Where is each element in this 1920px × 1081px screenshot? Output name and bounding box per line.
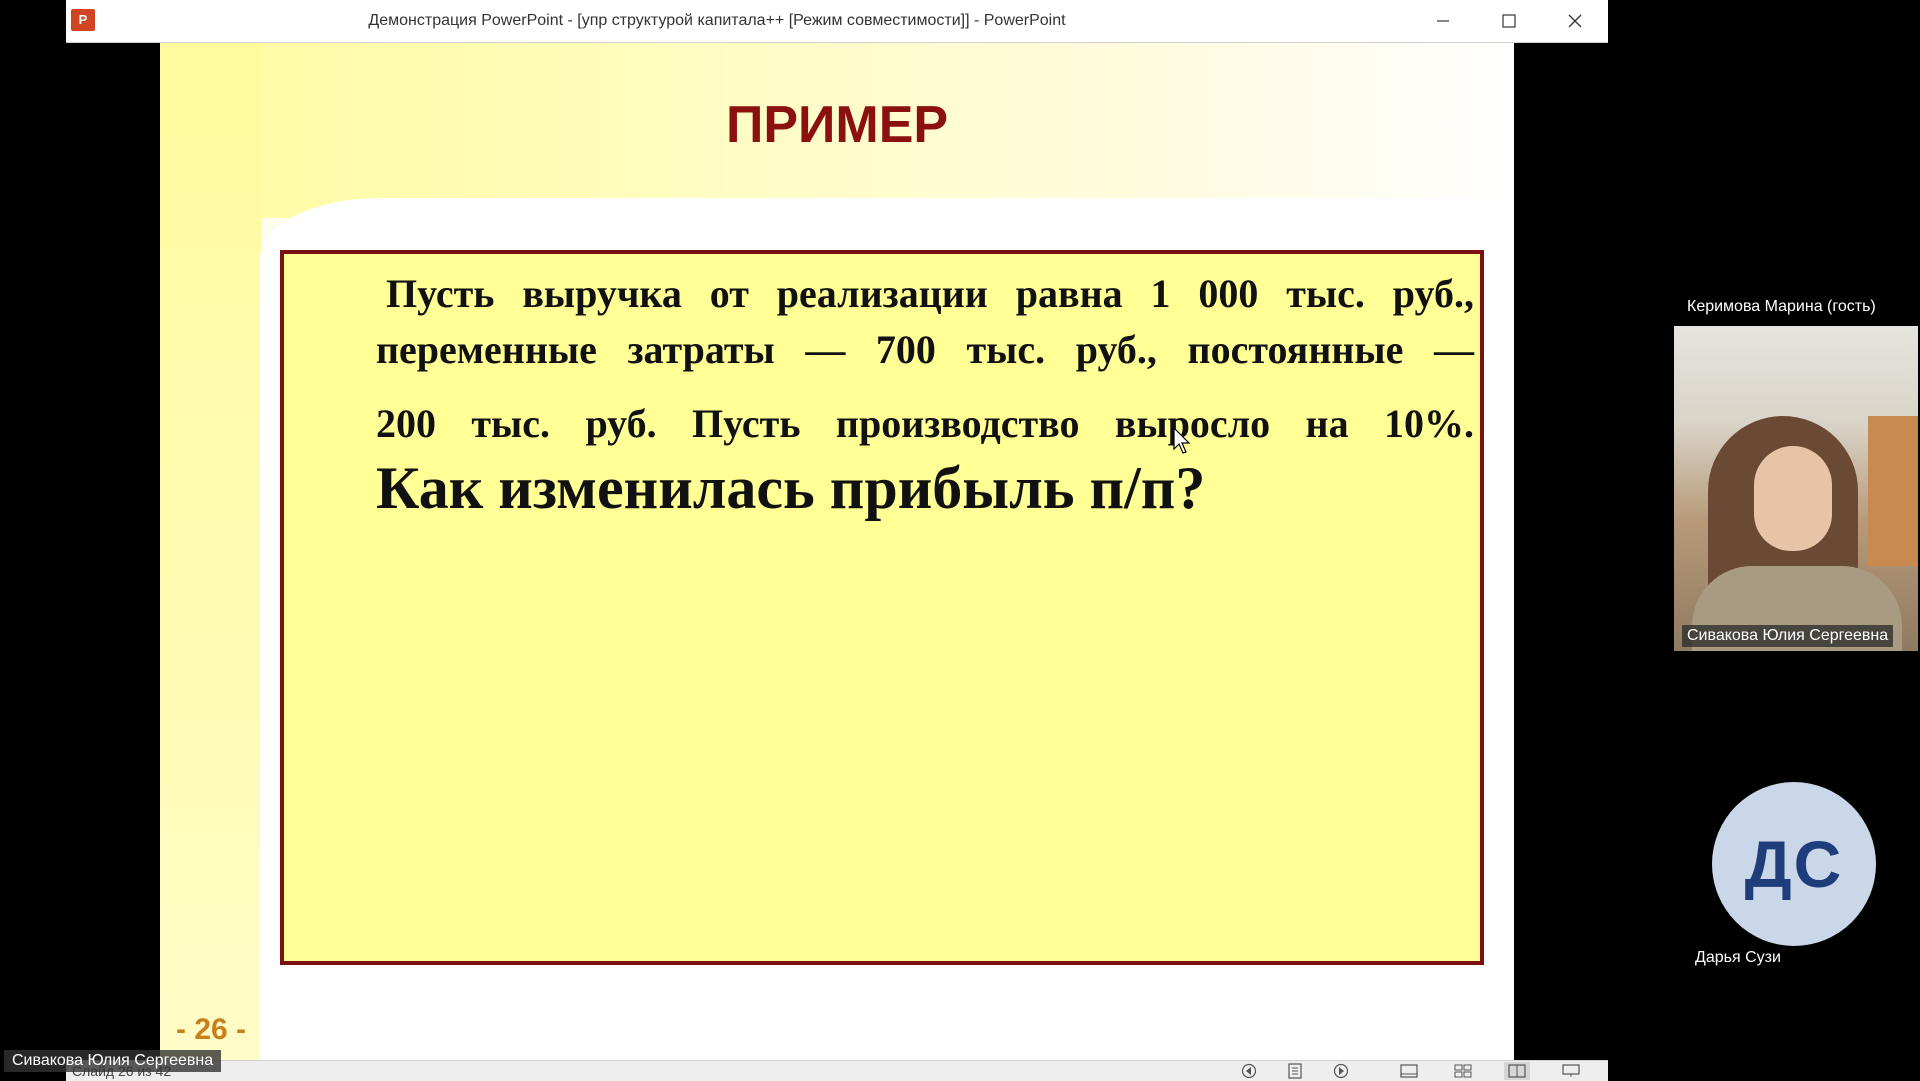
title-bar: P Демонстрация PowerPoint - [упр структу… [66,0,1608,43]
example-paragraph: Пусть выручка от реализации равна 1 000 … [376,266,1474,460]
paragraph-line: Пусть выручка от реализации равна 1 000 … [386,271,1474,316]
slide-title: ПРИМЕР [725,96,949,154]
normal-view-icon [1400,1064,1418,1078]
reading-view-button[interactable] [1504,1062,1530,1080]
participant-video-tile[interactable]: Сивакова Юлия Сергеевна [1674,326,1918,651]
slideshow-button[interactable] [1558,1062,1584,1080]
maximize-button[interactable] [1476,0,1542,42]
mouse-cursor-icon [1173,427,1191,454]
minimize-icon [1437,20,1449,22]
minimize-button[interactable] [1410,0,1476,42]
previous-slide-button[interactable] [1236,1062,1262,1080]
example-text-box: Пусть выручка от реализации равна 1 000 … [280,250,1484,965]
avatar-participant-name: Дарья Сузи [1695,949,1781,966]
next-icon [1333,1063,1349,1079]
slide-number: - 26 - [176,1013,247,1046]
participant-name: Керимова Марина (гость) [1687,298,1876,315]
window-title: Демонстрация PowerPoint - [упр структуро… [368,12,1066,29]
paragraph-line: 200 тыс. руб. Пусть производство выросло… [376,401,1474,446]
slide-sorter-icon [1454,1064,1472,1078]
video-participant-label: Сивакова Юлия Сергеевна [1682,625,1894,647]
reading-view-icon [1508,1064,1526,1078]
close-icon [1568,14,1582,28]
slide-left-band [160,43,261,1060]
slide[interactable]: ПРИМЕР Пусть выручка от реализации равна… [160,43,1514,1060]
menu-icon [1288,1063,1302,1079]
next-slide-button[interactable] [1328,1062,1354,1080]
close-button[interactable] [1542,0,1608,42]
previous-icon [1241,1063,1257,1079]
paragraph-line: переменные затраты — 700 тыс. руб., пост… [376,327,1474,372]
video-person-face [1754,446,1832,551]
normal-view-button[interactable] [1396,1062,1422,1080]
status-bar: Слайд 26 из 42 [66,1060,1608,1081]
slide-sorter-button[interactable] [1450,1062,1476,1080]
powerpoint-window: P Демонстрация PowerPoint - [упр структу… [66,0,1608,1081]
slideshow-icon [1562,1064,1580,1077]
video-background [1868,416,1918,566]
participant-avatar[interactable]: ДС [1712,782,1876,946]
presenter-label: Сивакова Юлия Сергеевна [4,1050,222,1072]
maximize-icon [1502,14,1516,28]
example-question: Как изменилась прибыль п/п? [376,455,1206,521]
slide-menu-button[interactable] [1282,1062,1308,1080]
